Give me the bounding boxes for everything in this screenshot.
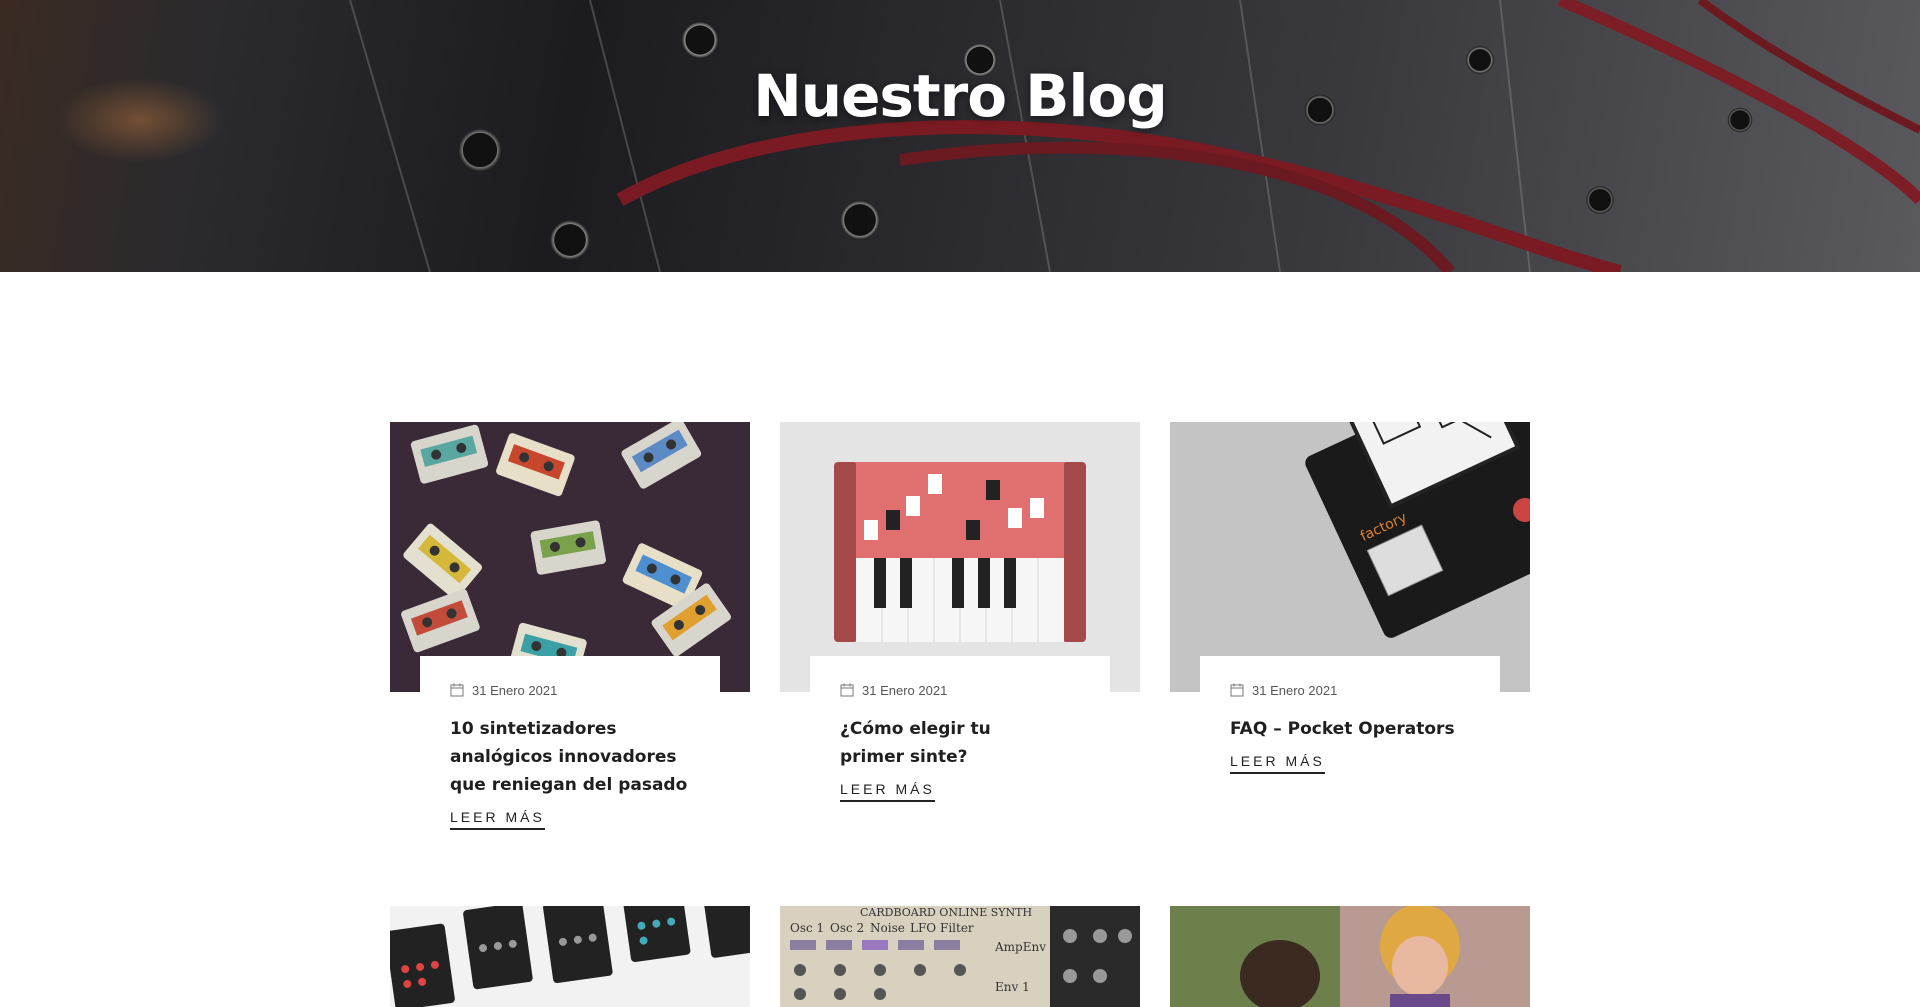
svg-text:Noise: Noise	[870, 921, 905, 935]
svg-text:Filter: Filter	[940, 921, 974, 935]
post-meta: 31 Enero 2021	[450, 682, 690, 698]
blog-post-card[interactable]: 31 Enero 2021 10 sintetizadores analógic…	[390, 422, 750, 842]
post-date: 31 Enero 2021	[862, 682, 948, 698]
post-title[interactable]: FAQ – Pocket Operators	[1230, 715, 1470, 743]
post-info-box: 31 Enero 2021 10 sintetizadores analógic…	[420, 656, 720, 830]
svg-text:Env 1: Env 1	[995, 980, 1030, 994]
page-title: Nuestro Blog	[753, 62, 1168, 130]
synthesizer-illustration-image	[834, 462, 1086, 642]
post-thumbnail-vintage-photo[interactable]	[1170, 906, 1530, 1007]
blog-post-card[interactable]: factory 31 Enero 2021 FAQ – Pocket Opera…	[1170, 422, 1530, 802]
blog-post-card[interactable]	[1170, 906, 1530, 1007]
post-thumbnail-board[interactable]: factory	[1170, 422, 1530, 692]
blog-post-card[interactable]: 31 Enero 2021 ¿Cómo elegir tu primer sin…	[780, 422, 1140, 822]
post-meta: 31 Enero 2021	[1230, 682, 1470, 698]
post-info-box: 31 Enero 2021 FAQ – Pocket Operators LEE…	[1200, 656, 1500, 774]
blog-post-card[interactable]: CARDBOARD ONLINE SYNTH Osc 1 Osc 2 Noise…	[780, 906, 1140, 1007]
cassette-tapes-image	[401, 422, 732, 682]
hero-banner: Nuestro Blog	[0, 0, 1920, 272]
post-thumbnail-pocket-operators[interactable]	[390, 906, 750, 1007]
svg-text:CARDBOARD ONLINE SYNTH: CARDBOARD ONLINE SYNTH	[860, 906, 1032, 919]
read-more-link[interactable]: LEER MÁS	[450, 809, 545, 830]
post-title[interactable]: 10 sintetizadores analógicos innovadores…	[450, 715, 690, 799]
post-thumbnail-cassettes[interactable]	[390, 422, 750, 692]
post-title[interactable]: ¿Cómo elegir tu primer sinte?	[840, 715, 1040, 771]
synth-cables-image	[349, 0, 1920, 272]
vintage-photo-image	[1170, 906, 1530, 1007]
svg-text:LFO: LFO	[910, 921, 936, 935]
pocket-operators-grid-image	[390, 906, 750, 1007]
blog-post-card[interactable]	[390, 906, 750, 1007]
post-meta: 31 Enero 2021	[840, 682, 1080, 698]
pocket-operator-board-image: factory	[1305, 422, 1530, 638]
svg-text:AmpEnv: AmpEnv	[994, 940, 1046, 954]
calendar-icon	[840, 683, 854, 697]
post-date: 31 Enero 2021	[472, 682, 558, 698]
post-info-box: 31 Enero 2021 ¿Cómo elegir tu primer sin…	[810, 656, 1110, 802]
calendar-icon	[1230, 683, 1244, 697]
read-more-link[interactable]: LEER MÁS	[1230, 753, 1325, 774]
read-more-link[interactable]: LEER MÁS	[840, 781, 935, 802]
svg-text:Osc 2: Osc 2	[830, 921, 864, 935]
post-date: 31 Enero 2021	[1252, 682, 1338, 698]
post-thumbnail-synth[interactable]	[780, 422, 1140, 692]
post-thumbnail-cardboard-synth[interactable]: CARDBOARD ONLINE SYNTH Osc 1 Osc 2 Noise…	[780, 906, 1140, 1007]
svg-text:Osc 1: Osc 1	[790, 921, 824, 935]
cardboard-online-synth-image: CARDBOARD ONLINE SYNTH Osc 1 Osc 2 Noise…	[790, 906, 1140, 1007]
calendar-icon	[450, 683, 464, 697]
